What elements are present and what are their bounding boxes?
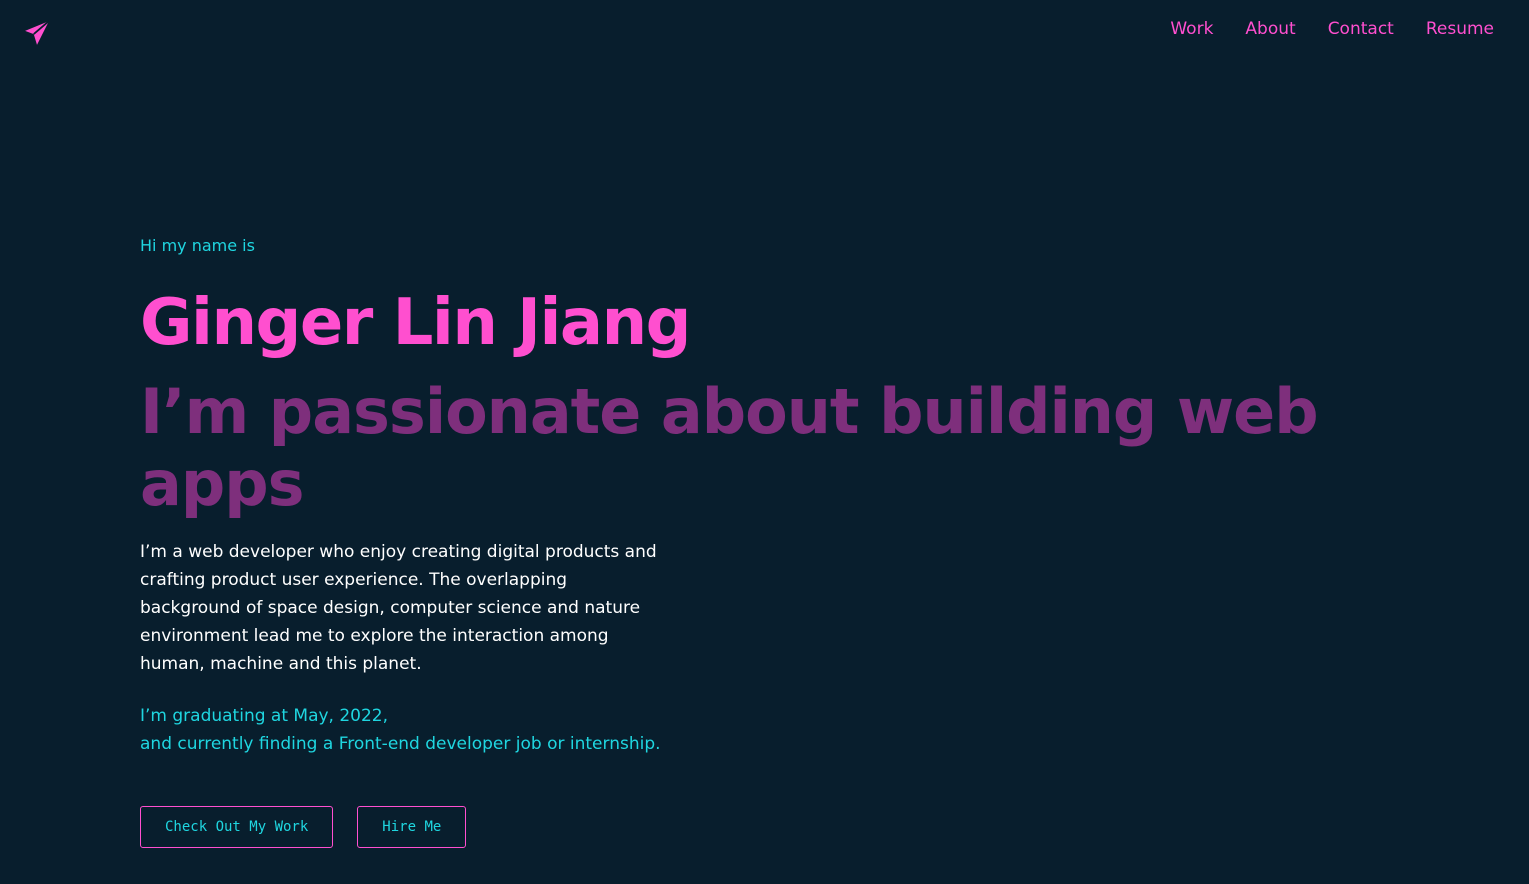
nav-link-about[interactable]: About: [1245, 19, 1295, 39]
nav-link-resume[interactable]: Resume: [1426, 19, 1494, 39]
status-text: I’m graduating at May, 2022, and current…: [140, 702, 1400, 758]
hero-name: Ginger Lin Jiang: [140, 286, 691, 360]
paper-plane-icon[interactable]: [24, 20, 50, 46]
nav-link-contact[interactable]: Contact: [1328, 19, 1394, 39]
hero-tagline: I’m passionate about building web apps: [140, 375, 1319, 520]
bio-paragraph: I’m a web developer who enjoy creating d…: [140, 542, 657, 674]
nav-link-work[interactable]: Work: [1170, 19, 1213, 39]
main-nav: Work About Contact Resume: [1170, 19, 1494, 39]
hire-me-button[interactable]: Hire Me: [357, 806, 467, 848]
check-out-work-button[interactable]: Check Out My Work: [140, 806, 334, 848]
hero-section: Hi my name is Ginger Lin Jiang I’m passi…: [140, 236, 1400, 848]
greeting-text: Hi my name is: [140, 236, 255, 255]
cta-group: Check Out My Work Hire Me: [140, 806, 1400, 848]
status-line-job-search: and currently finding a Front-end develo…: [140, 734, 661, 754]
status-line-graduation: I’m graduating at May, 2022,: [140, 706, 389, 726]
